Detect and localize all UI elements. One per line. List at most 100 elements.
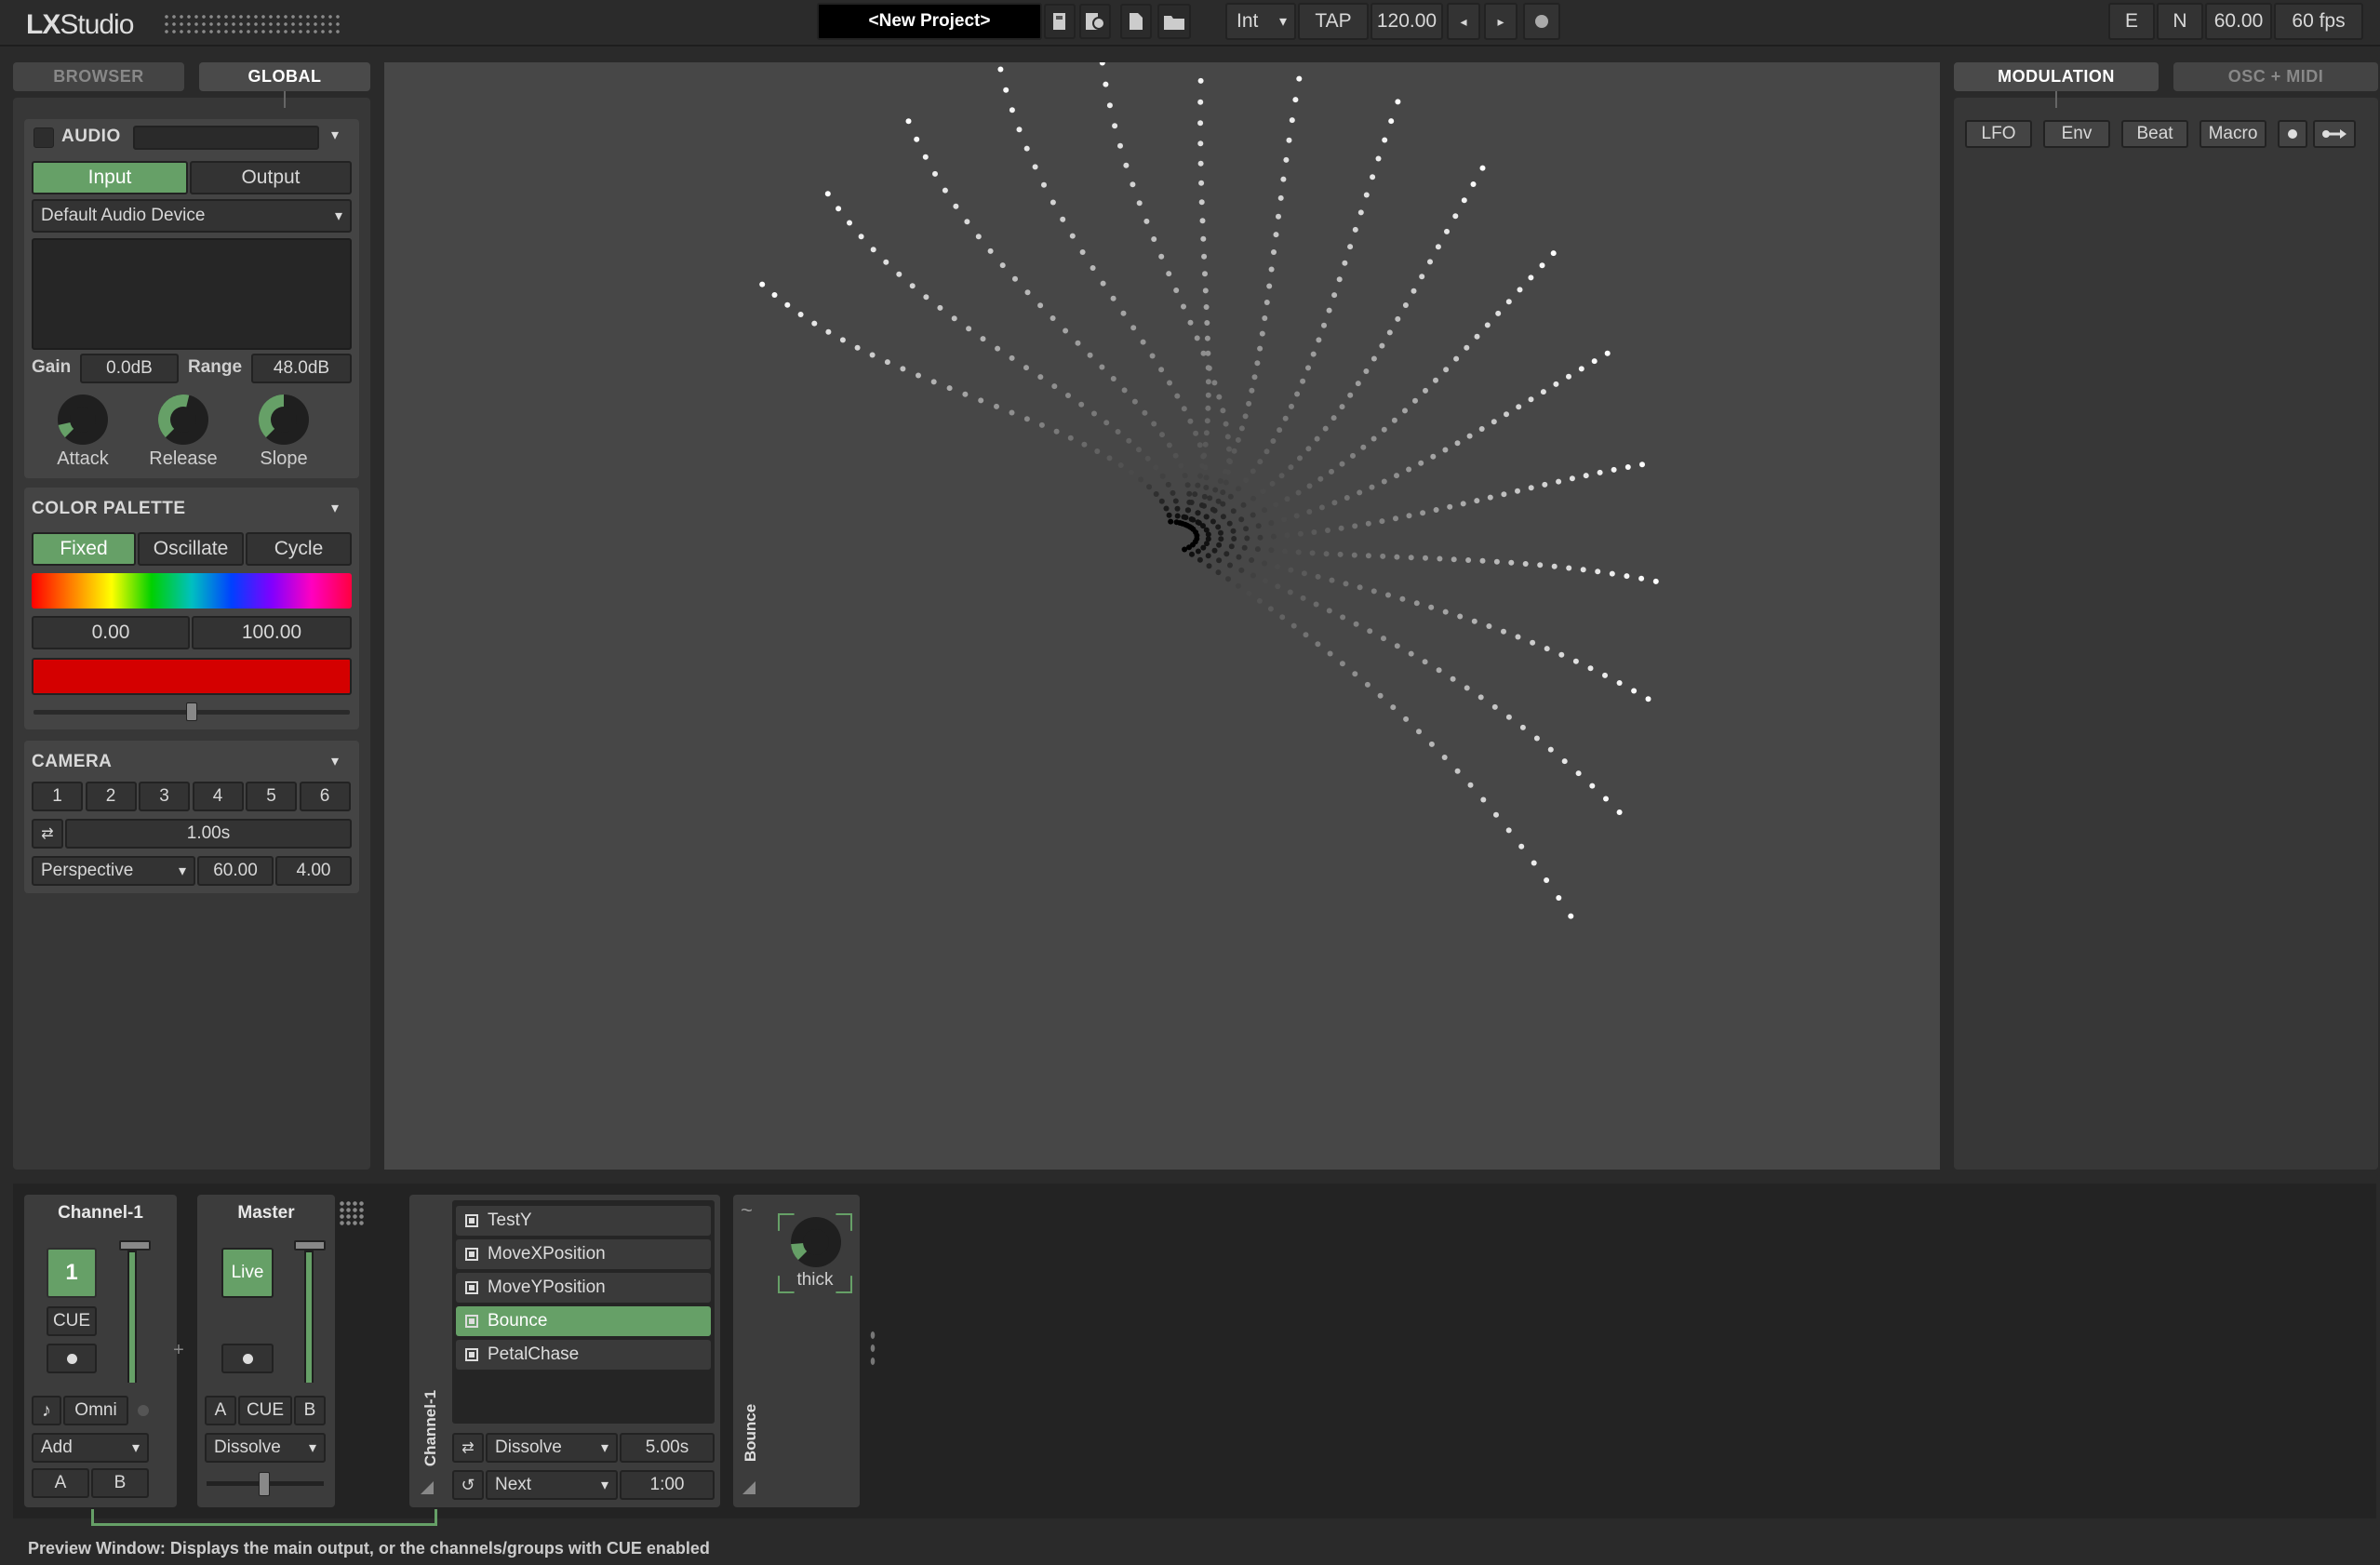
channel-cue-button[interactable]: CUE xyxy=(47,1306,97,1336)
master-cue-button[interactable]: CUE xyxy=(238,1396,292,1425)
engine-button[interactable]: E xyxy=(2108,3,2155,40)
network-button[interactable]: N xyxy=(2157,3,2203,40)
pattern-transition-select[interactable]: Dissolve xyxy=(486,1433,618,1463)
camera-preset-5[interactable]: 5 xyxy=(246,782,297,811)
open-folder-icon[interactable] xyxy=(1157,4,1191,39)
hue-spectrum-bar[interactable] xyxy=(32,573,352,609)
audio-expand-icon[interactable]: ▾ xyxy=(331,126,339,144)
pattern-enable-fill xyxy=(469,1251,475,1257)
fps-select[interactable]: 60 fps xyxy=(2274,3,2363,40)
preview-viewport[interactable] xyxy=(384,62,1940,1170)
master-select-button[interactable] xyxy=(221,1344,274,1373)
pattern-item[interactable]: TestY xyxy=(456,1206,711,1236)
camera-preset-6[interactable]: 6 xyxy=(299,782,351,811)
camera-depth-field[interactable]: 4.00 xyxy=(275,856,352,886)
master-crossfade-a-button[interactable]: A xyxy=(205,1396,236,1425)
auto-cycle-icon[interactable]: ↺ xyxy=(452,1470,484,1500)
channel-crossfade-b-button[interactable]: B xyxy=(91,1468,149,1498)
auto-cycle-time-field[interactable]: 1:00 xyxy=(620,1470,715,1500)
hue-min-field[interactable]: 0.00 xyxy=(32,616,190,649)
master-live-button[interactable]: Live xyxy=(221,1248,274,1298)
channel-number-button[interactable]: 1 xyxy=(47,1248,97,1298)
tab-modulation[interactable]: MODULATION xyxy=(1954,62,2159,91)
hue-max-field[interactable]: 100.00 xyxy=(192,616,352,649)
pattern-enable-icon[interactable] xyxy=(465,1248,478,1261)
channel-audio-icon[interactable]: ♪ xyxy=(32,1396,61,1425)
mixer-grid-icon[interactable] xyxy=(339,1200,365,1226)
channel-blend-select[interactable]: Add xyxy=(32,1433,149,1463)
palette-color-swatch[interactable] xyxy=(32,658,352,695)
tempo-down-button[interactable]: ◂ xyxy=(1447,3,1480,40)
pattern-enable-icon[interactable] xyxy=(465,1315,478,1328)
audio-knob-slope[interactable] xyxy=(257,393,311,447)
modulation-wave-icon[interactable]: ~ xyxy=(741,1198,753,1223)
pattern-item[interactable]: Bounce xyxy=(456,1306,711,1336)
master-transition-select[interactable]: Dissolve xyxy=(205,1433,326,1463)
metronome-button[interactable] xyxy=(1523,3,1560,40)
channel-crossfade-a-button[interactable]: A xyxy=(32,1468,89,1498)
pattern-enable-icon[interactable] xyxy=(465,1214,478,1227)
camera-preset-1[interactable]: 1 xyxy=(32,782,83,811)
save-as-icon[interactable] xyxy=(1079,4,1111,39)
gain-field[interactable]: 0.0dB xyxy=(80,354,179,383)
audio-input-button[interactable]: Input xyxy=(32,161,188,194)
palette-slider-handle[interactable] xyxy=(186,702,197,721)
add-channel-plus[interactable]: + xyxy=(171,1340,186,1361)
new-file-icon[interactable] xyxy=(1120,4,1152,39)
channel-name[interactable]: Channel-1 xyxy=(24,1203,177,1224)
tempo-up-button[interactable]: ▸ xyxy=(1484,3,1518,40)
palette-expand-icon[interactable]: ▾ xyxy=(331,499,339,517)
pattern-item[interactable]: PetalChase xyxy=(456,1340,711,1370)
audio-device-select[interactable]: Default Audio Device xyxy=(32,199,352,233)
channel-omni-button[interactable]: Omni xyxy=(63,1396,128,1425)
camera-preset-3[interactable]: 3 xyxy=(139,782,190,811)
device-drag-handle[interactable] xyxy=(869,1329,876,1370)
palette-mode-oscillate[interactable]: Oscillate xyxy=(138,532,244,566)
project-name[interactable]: <New Project> xyxy=(817,3,1042,40)
palette-mode-cycle[interactable]: Cycle xyxy=(246,532,352,566)
camera-duration-field[interactable]: 1.00s xyxy=(65,819,352,849)
add-modulator-beat-button[interactable]: Beat xyxy=(2121,120,2188,148)
audio-knob-attack[interactable] xyxy=(56,393,110,447)
tab-browser[interactable]: BROWSER xyxy=(13,62,184,91)
tap-tempo-button[interactable]: TAP xyxy=(1298,3,1369,40)
channel-fader-handle[interactable] xyxy=(119,1240,151,1251)
palette-mode-fixed[interactable]: Fixed xyxy=(32,532,136,566)
camera-preset-4[interactable]: 4 xyxy=(192,782,244,811)
pattern-item[interactable]: MoveYPosition xyxy=(456,1273,711,1303)
tab-global[interactable]: GLOBAL xyxy=(199,62,370,91)
add-modulator-lfo-button[interactable]: LFO xyxy=(1965,120,2032,148)
add-modulator-dot-button[interactable] xyxy=(2278,120,2307,148)
audio-knob-release[interactable] xyxy=(156,393,210,447)
pattern-enable-icon[interactable] xyxy=(465,1348,478,1361)
pattern-transition-time-field[interactable]: 5.00s xyxy=(620,1433,715,1463)
pattern-item[interactable]: MoveXPosition xyxy=(456,1239,711,1269)
fps-field[interactable]: 60.00 xyxy=(2205,3,2272,40)
led-point xyxy=(1568,913,1574,919)
add-modulator-env-button[interactable]: Env xyxy=(2043,120,2110,148)
range-field[interactable]: 48.0dB xyxy=(251,354,352,383)
camera-preset-2[interactable]: 2 xyxy=(85,782,137,811)
camera-expand-icon[interactable]: ▾ xyxy=(331,752,339,770)
auto-cycle-select[interactable]: Next xyxy=(486,1470,618,1500)
mapping-arrow-button[interactable] xyxy=(2313,120,2356,148)
device-label: Bounce xyxy=(742,1403,759,1463)
audio-output-button[interactable]: Output xyxy=(190,161,352,194)
crossfader-handle[interactable] xyxy=(259,1472,270,1496)
bpm-field[interactable]: 120.00 xyxy=(1371,3,1443,40)
master-fader-handle[interactable] xyxy=(294,1240,326,1251)
camera-loop-icon[interactable]: ⇄ xyxy=(32,819,63,849)
save-icon[interactable] xyxy=(1044,4,1076,39)
channel-select-button[interactable] xyxy=(47,1344,97,1373)
tab-osc-midi[interactable]: OSC + MIDI xyxy=(2173,62,2378,91)
master-crossfade-b-button[interactable]: B xyxy=(294,1396,326,1425)
add-modulator-macro-button[interactable]: Macro xyxy=(2199,120,2266,148)
led-point xyxy=(1024,289,1031,296)
camera-projection-select[interactable]: Perspective xyxy=(32,856,195,886)
pattern-enable-icon[interactable] xyxy=(465,1281,478,1294)
clock-source-select[interactable]: Int xyxy=(1225,3,1296,40)
camera-fov-field[interactable]: 60.00 xyxy=(197,856,274,886)
audio-enable-toggle[interactable] xyxy=(33,127,54,148)
thick-knob[interactable] xyxy=(789,1215,843,1269)
pattern-transition-icon[interactable]: ⇄ xyxy=(452,1433,484,1463)
